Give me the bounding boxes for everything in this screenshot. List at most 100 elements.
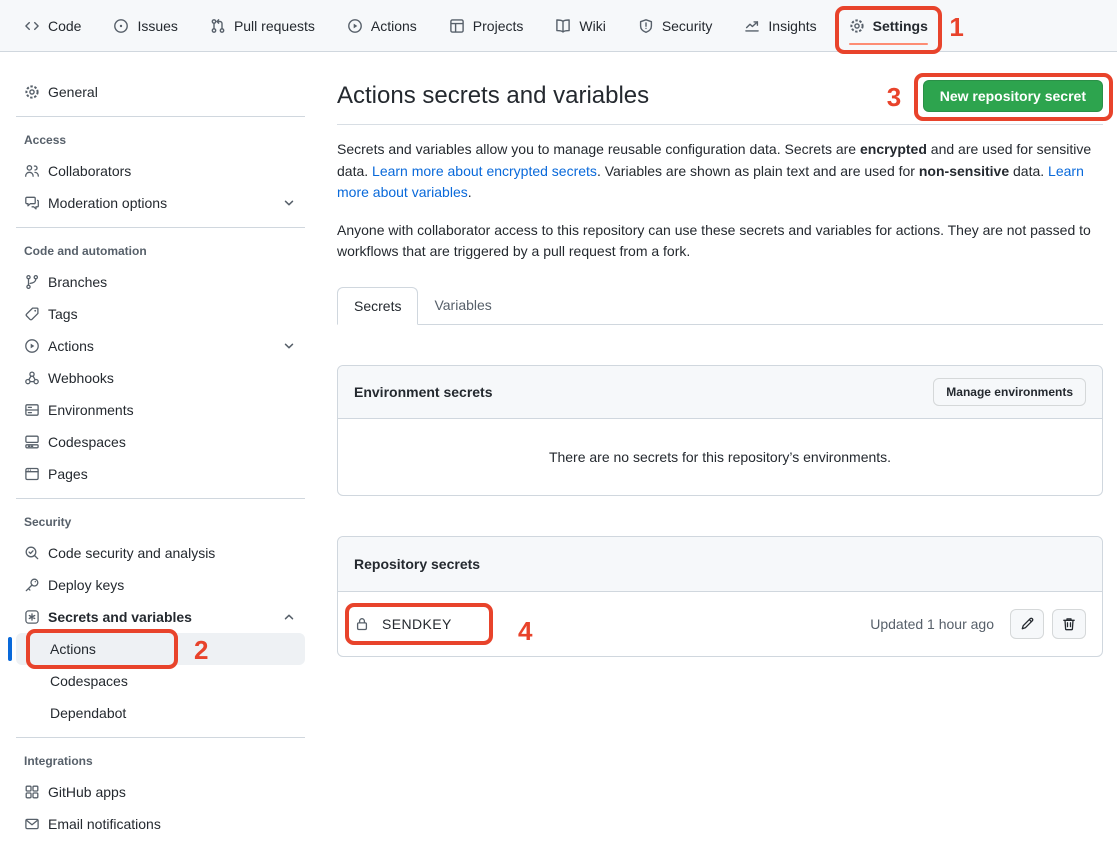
- tag-icon: [24, 306, 40, 322]
- link-encrypted-secrets[interactable]: Learn more about encrypted secrets: [372, 163, 597, 179]
- tab-wiki[interactable]: Wiki: [547, 0, 613, 51]
- mail-icon: [24, 816, 40, 832]
- browser-icon: [24, 466, 40, 482]
- sidebar-item-label: Email notifications: [48, 816, 161, 832]
- tab-issues[interactable]: Issues: [105, 0, 185, 51]
- secret-row: SENDKEY 4 Updated 1 hour ago: [338, 592, 1102, 656]
- secret-name-group: SENDKEY 4: [354, 616, 452, 632]
- intro-bold-encrypted: encrypted: [860, 141, 927, 157]
- sidebar-item-label: Tags: [48, 306, 78, 322]
- delete-secret-button[interactable]: [1052, 609, 1086, 639]
- secret-updated-text: Updated 1 hour ago: [870, 616, 994, 632]
- table-icon: [449, 18, 465, 34]
- book-icon: [555, 18, 571, 34]
- sidebar-item-label: Actions: [48, 338, 94, 354]
- sidebar-item-deploy-keys[interactable]: Deploy keys: [16, 569, 305, 601]
- sidebar-item-actions[interactable]: Actions: [16, 330, 305, 362]
- tab-security[interactable]: Security: [630, 0, 721, 51]
- pencil-icon: [1019, 616, 1035, 632]
- environment-secrets-title: Environment secrets: [354, 384, 493, 400]
- sidebar-item-label: Webhooks: [48, 370, 114, 386]
- sidebar-section-security: Security: [16, 515, 305, 529]
- tab-actions[interactable]: Actions: [339, 0, 425, 51]
- sidebar-item-moderation-options[interactable]: Moderation options: [16, 187, 305, 219]
- repository-secrets-header: Repository secrets: [338, 537, 1102, 592]
- page-title: Actions secrets and variables: [337, 78, 649, 114]
- gear-icon: [24, 84, 40, 100]
- annotation-number-4: 4: [518, 618, 532, 644]
- sidebar-item-environments[interactable]: Environments: [16, 394, 305, 426]
- collaborator-paragraph: Anyone with collaborator access to this …: [337, 220, 1097, 263]
- sidebar-subitem-label: Codespaces: [50, 673, 128, 689]
- key-icon: [24, 577, 40, 593]
- active-tab-underline: [849, 43, 928, 45]
- tab-insights[interactable]: Insights: [736, 0, 824, 51]
- tab-label: Projects: [473, 18, 524, 34]
- edit-secret-button[interactable]: [1010, 609, 1044, 639]
- issue-opened-icon: [113, 18, 129, 34]
- sidebar-item-webhooks[interactable]: Webhooks: [16, 362, 305, 394]
- sidebar-item-collaborators[interactable]: Collaborators: [16, 155, 305, 187]
- sidebar-item-general[interactable]: General: [16, 76, 305, 108]
- tab-label: Issues: [137, 18, 177, 34]
- sidebar-section-integrations: Integrations: [16, 754, 305, 768]
- tab-label: Wiki: [579, 18, 605, 34]
- sidebar-item-label: Codespaces: [48, 434, 126, 450]
- secrets-variables-tabnav: Secrets Variables: [337, 287, 1103, 325]
- apps-icon: [24, 784, 40, 800]
- repo-tab-bar: Code Issues Pull requests Actions Projec…: [0, 0, 1117, 52]
- sidebar-subitem-codespaces[interactable]: Codespaces: [16, 665, 305, 697]
- tab-settings[interactable]: Settings 1: [841, 0, 936, 51]
- sidebar-item-tags[interactable]: Tags: [16, 298, 305, 330]
- sidebar-item-label: Branches: [48, 274, 107, 290]
- sidebar-item-codespaces[interactable]: Codespaces: [16, 426, 305, 458]
- secret-actions: Updated 1 hour ago: [870, 609, 1086, 639]
- sidebar-item-label: Code security and analysis: [48, 545, 215, 561]
- sidebar-item-branches[interactable]: Branches: [16, 266, 305, 298]
- tab-label: Settings: [873, 18, 928, 34]
- sidebar-item-label: Environments: [48, 402, 134, 418]
- sidebar-subitem-label: Dependabot: [50, 705, 126, 721]
- sidebar-subitem-dependabot[interactable]: Dependabot: [16, 697, 305, 729]
- tab-pull-requests[interactable]: Pull requests: [202, 0, 323, 51]
- codespaces-icon: [24, 434, 40, 450]
- trash-icon: [1061, 616, 1077, 632]
- git-branch-icon: [24, 274, 40, 290]
- body-row: General Access Collaborators Moderation …: [0, 52, 1117, 867]
- tab-projects[interactable]: Projects: [441, 0, 532, 51]
- git-pull-request-icon: [210, 18, 226, 34]
- github-settings-page: Code Issues Pull requests Actions Projec…: [0, 0, 1117, 867]
- intro-bold-non-sensitive: non-sensitive: [919, 163, 1009, 179]
- intro-text: .: [468, 184, 472, 200]
- sidebar-item-label: Pages: [48, 466, 88, 482]
- play-icon: [347, 18, 363, 34]
- chevron-down-icon: [281, 195, 297, 211]
- page-header: Actions secrets and variables 3 New repo…: [337, 78, 1103, 125]
- new-repository-secret-button[interactable]: New repository secret: [923, 80, 1103, 112]
- tab-label: Security: [662, 18, 713, 34]
- tab-secrets[interactable]: Secrets: [337, 287, 418, 325]
- graph-icon: [744, 18, 760, 34]
- sidebar-item-github-apps[interactable]: GitHub apps: [16, 776, 305, 808]
- people-icon: [24, 163, 40, 179]
- sidebar-section-access: Access: [16, 133, 305, 147]
- sidebar-item-secrets-variables[interactable]: Secrets and variables: [16, 601, 305, 633]
- sidebar-divider: [16, 737, 305, 738]
- sidebar-item-label: Moderation options: [48, 195, 167, 211]
- sidebar-item-pages[interactable]: Pages: [16, 458, 305, 490]
- comment-discussion-icon: [24, 195, 40, 211]
- intro-paragraph: Secrets and variables allow you to manag…: [337, 139, 1103, 204]
- settings-sidebar: General Access Collaborators Moderation …: [0, 52, 321, 867]
- server-icon: [24, 402, 40, 418]
- annotation-number-2: 2: [194, 637, 208, 663]
- sidebar-subitem-label: Actions: [50, 641, 96, 657]
- sidebar-divider: [16, 227, 305, 228]
- sidebar-item-code-security[interactable]: Code security and analysis: [16, 537, 305, 569]
- sidebar-subitem-actions[interactable]: Actions 2: [16, 633, 305, 665]
- codescan-icon: [24, 545, 40, 561]
- code-icon: [24, 18, 40, 34]
- manage-environments-button[interactable]: Manage environments: [933, 378, 1086, 406]
- tab-variables[interactable]: Variables: [418, 287, 507, 325]
- sidebar-item-email-notifications[interactable]: Email notifications: [16, 808, 305, 840]
- tab-code[interactable]: Code: [16, 0, 89, 51]
